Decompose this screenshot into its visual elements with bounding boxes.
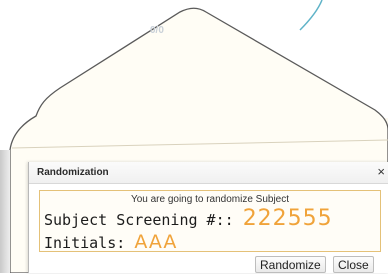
initials-line: Initials: AAA: [44, 231, 177, 253]
intro-text: You are going to randomize Subject: [130, 194, 290, 205]
initials-value: AAA: [134, 231, 178, 253]
dialog-content-panel: You are going to randomize Subject Subje…: [39, 190, 381, 253]
close-icon[interactable]: ×: [377, 164, 385, 179]
dialog-title: Randomization: [37, 167, 109, 178]
dialog-titlebar[interactable]: Randomization ×: [29, 162, 388, 184]
initials-label: Initials:: [44, 234, 126, 252]
close-button[interactable]: Close: [333, 256, 374, 273]
page-edge-shadow: [0, 150, 10, 273]
screening-line: Subject Screening #:: 222555: [44, 206, 333, 231]
randomize-button[interactable]: Randomize: [255, 256, 326, 273]
screening-label: Subject Screening #::: [44, 211, 234, 229]
background-faint-text: 0/0: [150, 25, 164, 36]
screening-value: 222555: [242, 206, 333, 231]
randomization-dialog: Randomization × You are going to randomi…: [28, 162, 388, 273]
